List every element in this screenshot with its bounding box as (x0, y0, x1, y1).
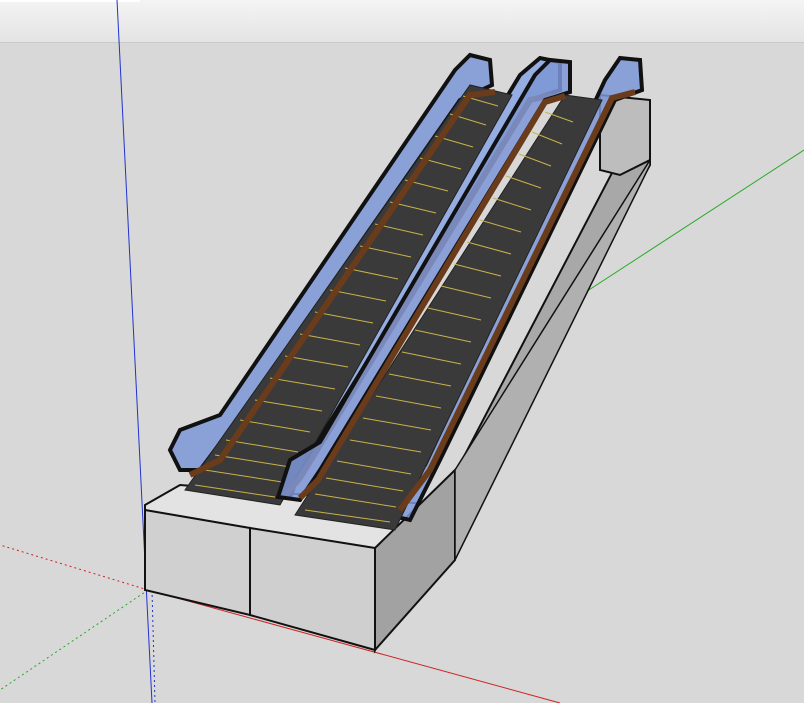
blue-axis-dashed (151, 589, 156, 703)
3d-scene[interactable] (0, 0, 804, 703)
base-front-left (144, 508, 251, 617)
blue-axis (116, 0, 153, 703)
sketchup-viewport[interactable] (0, 0, 804, 703)
base-front-right (249, 526, 376, 652)
green-axis-dashed (0, 589, 149, 691)
red-axis-dashed (0, 544, 149, 591)
